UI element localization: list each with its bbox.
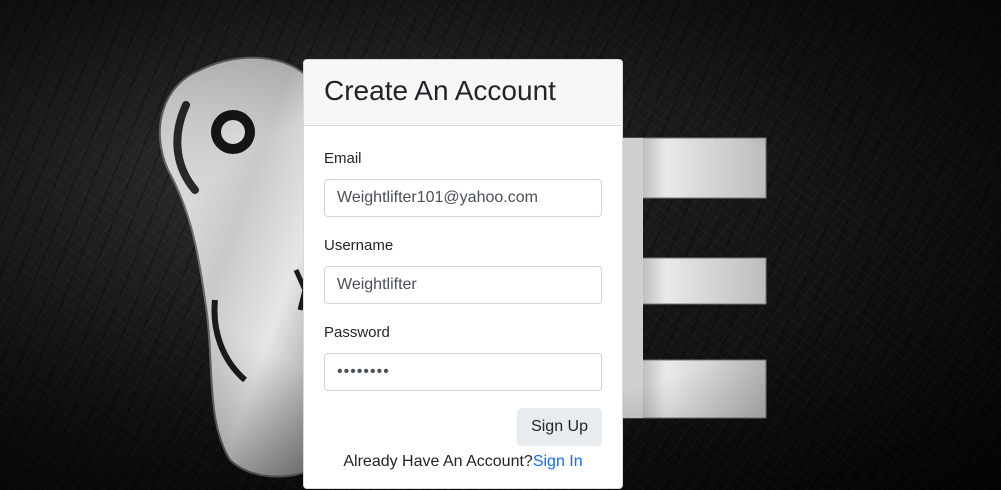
card-header: Create An Account xyxy=(304,60,622,126)
page: Create An Account Email Username Passwor… xyxy=(0,0,1001,490)
form-actions: Sign Up xyxy=(324,408,602,446)
signin-prompt-text: Already Have An Account? xyxy=(343,453,533,470)
username-field[interactable] xyxy=(324,266,602,304)
password-label: Password xyxy=(324,324,390,341)
signup-card: Create An Account Email Username Passwor… xyxy=(303,59,623,489)
sign-in-link[interactable]: Sign In xyxy=(533,453,583,470)
password-field[interactable] xyxy=(324,353,602,391)
username-label: Username xyxy=(324,237,394,254)
signup-form: Email Username Password Sign Up Already … xyxy=(304,126,622,472)
page-title: Create An Account xyxy=(324,75,556,106)
email-label: Email xyxy=(324,150,362,167)
sign-up-button[interactable]: Sign Up xyxy=(517,408,602,446)
signin-prompt-row: Already Have An Account?Sign In xyxy=(324,452,602,472)
email-field[interactable] xyxy=(324,179,602,217)
